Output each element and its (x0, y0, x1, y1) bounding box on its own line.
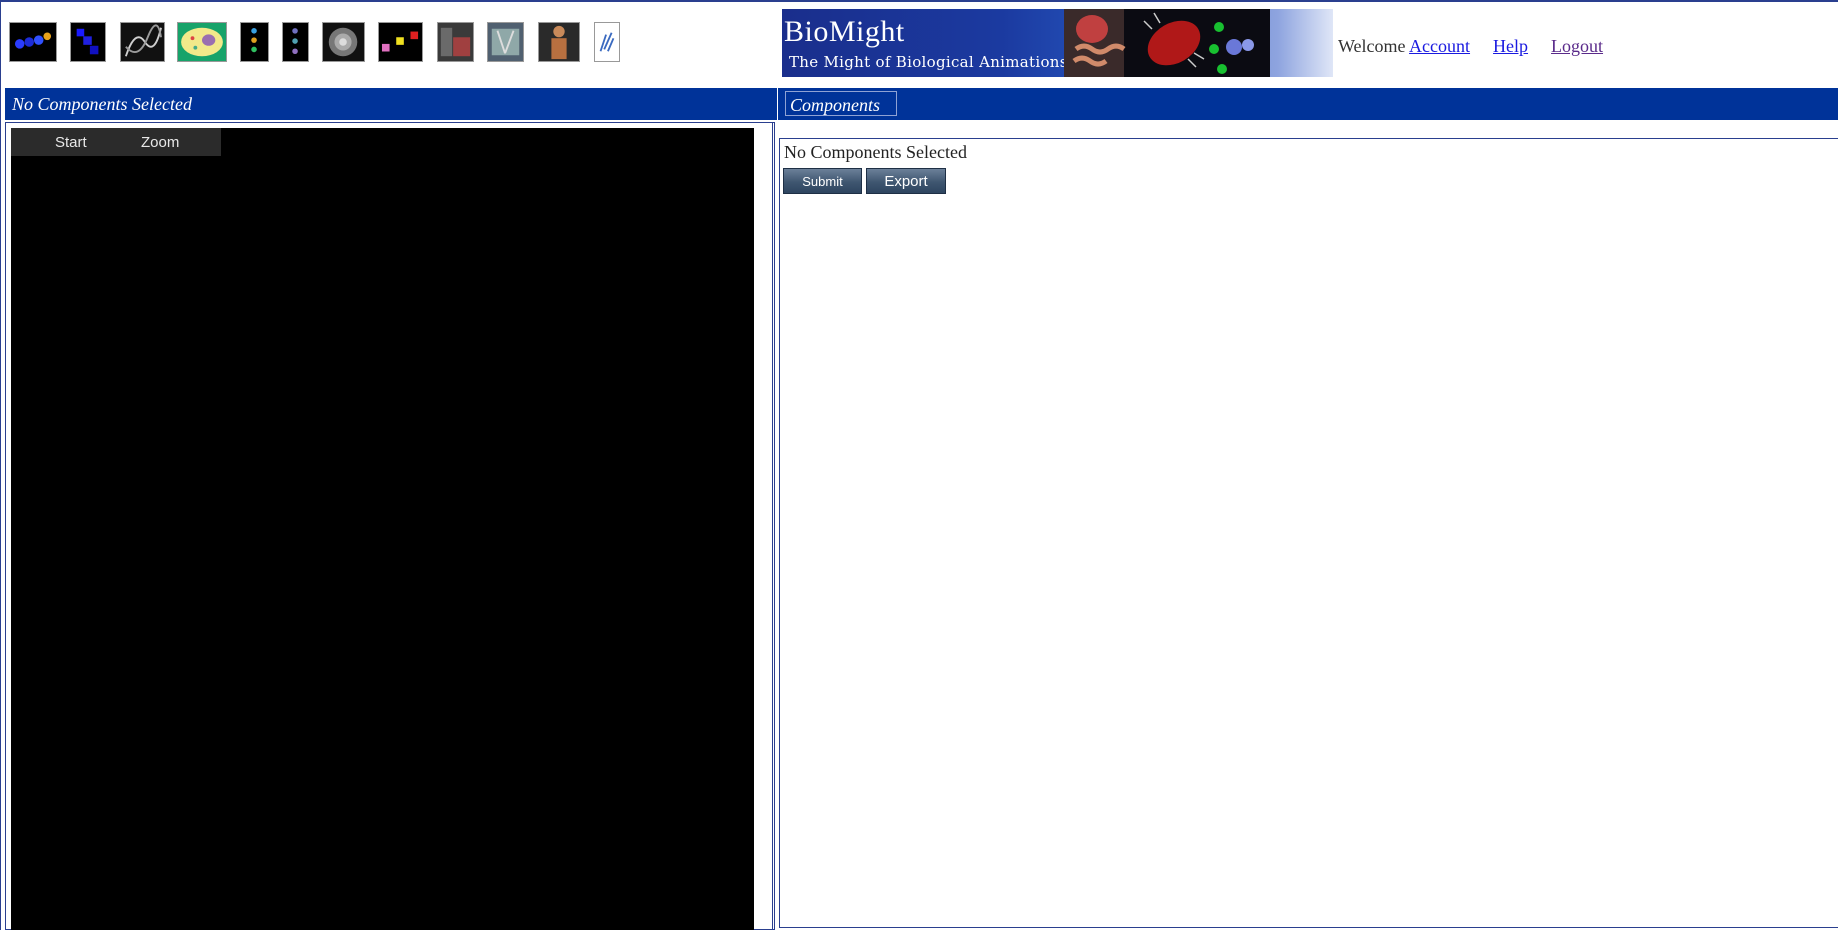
biomight-banner: BioMight The Might of Biological Animati… (782, 9, 1333, 77)
3d-viewer-canvas[interactable]: Start Zoom (11, 128, 754, 930)
banner-subtitle: The Might of Biological Animations (789, 53, 1068, 71)
left-panel-header: No Components Selected (5, 88, 777, 120)
viewer-toolbar: Start Zoom (11, 128, 221, 156)
human-body-thumbnail[interactable] (538, 22, 580, 62)
tab-components[interactable]: Components (785, 91, 897, 116)
cell-column-thumbnail[interactable] (282, 22, 309, 62)
welcome-text: Welcome (1338, 36, 1406, 56)
blue-cubes-thumbnail[interactable] (70, 22, 106, 62)
submit-button[interactable]: Submit (783, 168, 862, 194)
logout-link[interactable]: Logout (1551, 36, 1603, 56)
top-border (0, 0, 1838, 2)
account-link[interactable]: Account (1409, 36, 1470, 56)
color-blocks-thumbnail[interactable] (378, 22, 423, 62)
left-panel-title: No Components Selected (12, 94, 192, 114)
components-panel: No Components Selected Submit Export (779, 138, 1838, 928)
banner-artwork (1064, 9, 1270, 77)
left-border (0, 0, 1, 930)
components-status: No Components Selected (784, 142, 967, 162)
skeleton-thumbnail[interactable] (487, 22, 524, 62)
dna-helix-thumbnail[interactable] (120, 22, 165, 62)
organelle-column-thumbnail[interactable] (240, 22, 269, 62)
start-button[interactable]: Start (55, 134, 87, 151)
user-nav: Welcome Account Help Logout (1338, 36, 1603, 57)
cell-thumbnail[interactable] (177, 22, 227, 62)
zoom-button[interactable]: Zoom (141, 134, 179, 151)
right-panel-header: Components (778, 88, 1838, 120)
panel-divider (772, 122, 773, 930)
text-thumbnail[interactable] (594, 22, 620, 62)
export-button[interactable]: Export (866, 168, 946, 194)
help-link[interactable]: Help (1493, 36, 1528, 56)
sphere-thumbnail[interactable] (322, 22, 365, 62)
molecule-chain-thumbnail[interactable] (9, 22, 57, 62)
tissue-thumbnail[interactable] (437, 22, 474, 62)
banner-title: BioMight (784, 15, 905, 48)
